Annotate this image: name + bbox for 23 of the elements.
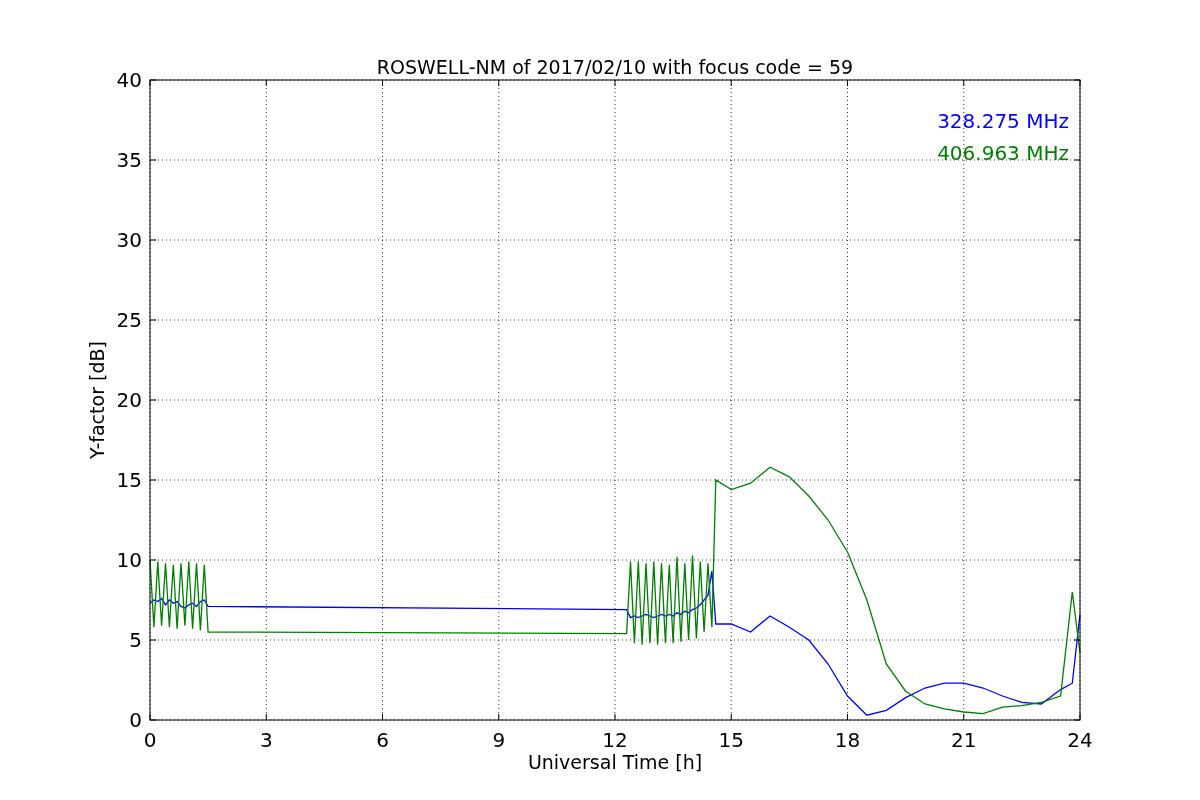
tick-label: 3 <box>259 728 273 752</box>
tick-label: 0 <box>143 728 157 752</box>
tick-label: 15 <box>116 468 142 492</box>
legend-label: 328.275 MHz <box>937 109 1069 133</box>
tick-label: 5 <box>129 628 142 652</box>
tick-label: 30 <box>116 228 142 252</box>
tick-label: 35 <box>116 148 142 172</box>
tick-label: 20 <box>116 388 142 412</box>
axis-label: Universal Time [h] <box>527 751 703 773</box>
tick-label: 6 <box>376 728 389 752</box>
chart-title: ROSWELL-NM of 2017/02/10 with focus code = 59 <box>376 56 854 78</box>
tick-label: 25 <box>116 308 142 332</box>
tick-label: 18 <box>834 728 861 752</box>
tick-label: 9 <box>492 728 506 752</box>
axis-label: Y-factor [dB] <box>86 341 108 459</box>
tick-label: 24 <box>1067 728 1093 752</box>
tick-label: 21 <box>951 728 977 752</box>
tick-label: 10 <box>116 548 142 572</box>
legend-label: 406.963 MHz <box>937 141 1069 165</box>
tick-label: 12 <box>602 728 628 752</box>
tick-label: 40 <box>116 68 142 92</box>
tick-label: 0 <box>129 708 142 732</box>
tick-label: 15 <box>718 728 744 752</box>
